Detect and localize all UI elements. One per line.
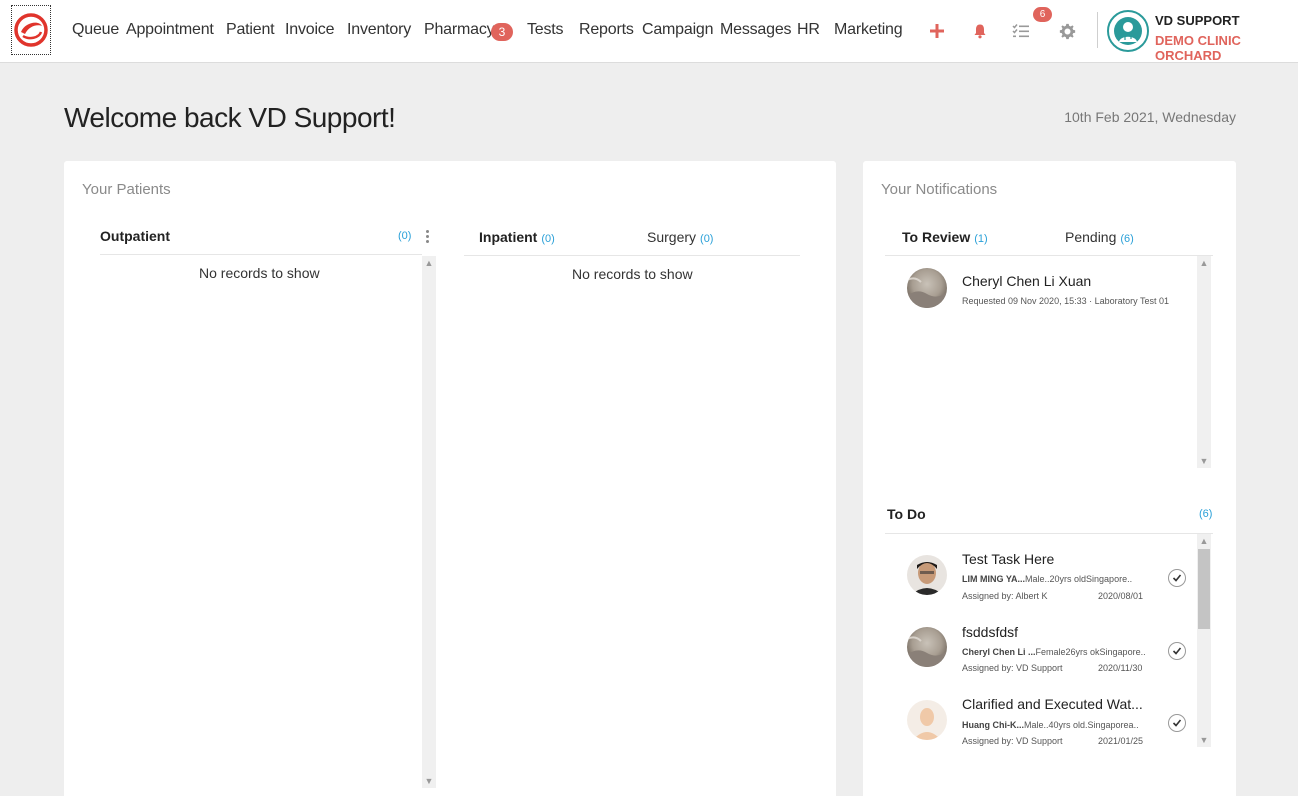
logo-icon: [14, 13, 48, 47]
current-date: 10th Feb 2021, Wednesday: [1064, 109, 1236, 125]
check-icon: [1172, 574, 1182, 582]
nav-queue[interactable]: Queue: [72, 21, 119, 39]
inpatient-label: Inpatient: [479, 229, 538, 245]
outpatient-label: Outpatient: [100, 228, 170, 244]
scroll-up-icon[interactable]: ▲: [1197, 256, 1211, 270]
avatar: [907, 555, 947, 595]
tab-inpatient[interactable]: Inpatient (0): [479, 229, 555, 245]
outpatient-empty-message: No records to show: [199, 265, 320, 281]
nav-hr[interactable]: HR: [797, 21, 820, 39]
divider: [885, 255, 1213, 256]
scroll-down-icon[interactable]: ▼: [1197, 733, 1211, 747]
user-avatar[interactable]: [1107, 10, 1149, 52]
todo-date: 2020/08/01: [1098, 591, 1144, 601]
todo-header: To Do: [887, 506, 926, 522]
tab-surgery[interactable]: Surgery (0): [647, 229, 713, 245]
divider: [464, 255, 800, 256]
notifications-card: Your Notifications To Review (1) Pending(…: [863, 161, 1236, 796]
bell-icon[interactable]: [969, 20, 991, 42]
patients-card: Your Patients Outpatient (0) No records …: [64, 161, 836, 796]
nav-inventory[interactable]: Inventory: [347, 21, 411, 39]
divider: [100, 254, 422, 255]
todo-assigned-by: Assigned by: VD Support: [962, 736, 1063, 746]
todo-patient-info: Cheryl Chen Li ...Female26yrs okSingapor…: [962, 647, 1146, 657]
nav-appointment[interactable]: Appointment: [126, 21, 214, 39]
todo-title: fsddsfdsf: [962, 624, 1019, 640]
nav-patient[interactable]: Patient: [226, 21, 275, 39]
pharmacy-count-badge: 3: [491, 23, 513, 41]
tab-pending[interactable]: Pending (6): [1065, 229, 1134, 245]
to-review-label: To Review: [902, 229, 971, 245]
patients-card-title: Your Patients: [82, 181, 171, 198]
doctor-icon: [1114, 17, 1142, 45]
welcome-heading: Welcome back VD Support!: [64, 102, 396, 133]
todo-scrollbar[interactable]: ▲ ▼: [1197, 534, 1211, 747]
todo-count: (6): [1199, 508, 1213, 520]
check-icon: [1172, 647, 1182, 655]
review-meta: Requested 09 Nov 2020, 15:33 · Laborator…: [962, 296, 1169, 306]
nav-invoice[interactable]: Invoice: [285, 21, 334, 39]
todo-assigned-by: Assigned by: Albert K: [962, 591, 1048, 601]
check-icon: [1172, 719, 1182, 727]
pending-count: (6): [1120, 233, 1134, 245]
outpatient-scrollbar[interactable]: ▲ ▼: [422, 256, 436, 788]
top-navbar: Queue Appointment Patient Invoice Invent…: [0, 0, 1298, 63]
tab-to-review[interactable]: To Review (1): [902, 229, 988, 245]
avatar: [907, 627, 947, 667]
nav-reports[interactable]: Reports: [579, 21, 634, 39]
todo-patient-details: Male..40yrs old.Singaporea..: [1024, 720, 1139, 730]
user-name[interactable]: VD SUPPORT: [1155, 13, 1240, 28]
inpatient-count: (0): [541, 233, 555, 245]
complete-task-button[interactable]: [1168, 642, 1186, 660]
nav-messages[interactable]: Messages: [720, 21, 792, 39]
scroll-down-icon[interactable]: ▼: [422, 774, 436, 788]
review-patient-name: Cheryl Chen Li Xuan: [962, 273, 1092, 289]
gear-icon[interactable]: [1056, 20, 1078, 42]
outpatient-options-icon[interactable]: [424, 230, 430, 246]
todo-date: 2021/01/25: [1098, 736, 1144, 746]
nav-tests[interactable]: Tests: [527, 21, 564, 39]
todo-patient-name: Cheryl Chen Li ...: [962, 647, 1036, 657]
avatar: [907, 700, 947, 740]
to-review-count: (1): [974, 233, 988, 245]
todo-patient-details: Female26yrs okSingapore..: [1035, 647, 1146, 657]
todo-patient-info: LIM MING YA...Male..20yrs oldSingapore..: [962, 574, 1132, 584]
outpatient-count: (0): [398, 230, 412, 242]
nav-pharmacy[interactable]: Pharmacy: [424, 21, 495, 39]
tasks-count-badge: 6: [1033, 7, 1052, 22]
review-scrollbar[interactable]: ▲ ▼: [1197, 256, 1211, 468]
todo-patient-info: Huang Chi-K...Male..40yrs old.Singaporea…: [962, 720, 1139, 730]
todo-assigned-by: Assigned by: VD Support: [962, 663, 1063, 673]
notifications-card-title: Your Notifications: [881, 181, 998, 198]
scroll-up-icon[interactable]: ▲: [1197, 534, 1211, 548]
nav-campaign[interactable]: Campaign: [642, 21, 714, 39]
avatar: [907, 268, 947, 308]
todo-title: Test Task Here: [962, 551, 1055, 567]
surgery-label: Surgery: [647, 229, 697, 245]
pending-label: Pending: [1065, 229, 1117, 245]
tasks-icon[interactable]: [1010, 20, 1032, 42]
todo-title: Clarified and Executed Wat...: [962, 696, 1143, 712]
todo-patient-name: Huang Chi-K...: [962, 720, 1024, 730]
complete-task-button[interactable]: [1168, 714, 1186, 732]
todo-patient-details: Male..20yrs oldSingapore..: [1025, 574, 1133, 584]
outpatient-header: Outpatient: [100, 228, 170, 244]
nav-marketing[interactable]: Marketing: [834, 21, 903, 39]
scroll-thumb[interactable]: [1198, 549, 1210, 629]
surgery-count: (0): [700, 233, 714, 245]
divider: [885, 533, 1213, 534]
scroll-up-icon[interactable]: ▲: [422, 256, 436, 270]
inpatient-empty-message: No records to show: [572, 266, 693, 282]
todo-date: 2020/11/30: [1098, 663, 1143, 673]
complete-task-button[interactable]: [1168, 569, 1186, 587]
toolbar-divider: [1097, 12, 1098, 48]
app-logo[interactable]: [11, 5, 51, 55]
todo-label: To Do: [887, 506, 926, 522]
scroll-down-icon[interactable]: ▼: [1197, 454, 1211, 468]
add-icon[interactable]: [926, 20, 948, 42]
todo-patient-name: LIM MING YA...: [962, 574, 1026, 584]
user-clinic[interactable]: DEMO CLINIC ORCHARD: [1155, 33, 1298, 63]
